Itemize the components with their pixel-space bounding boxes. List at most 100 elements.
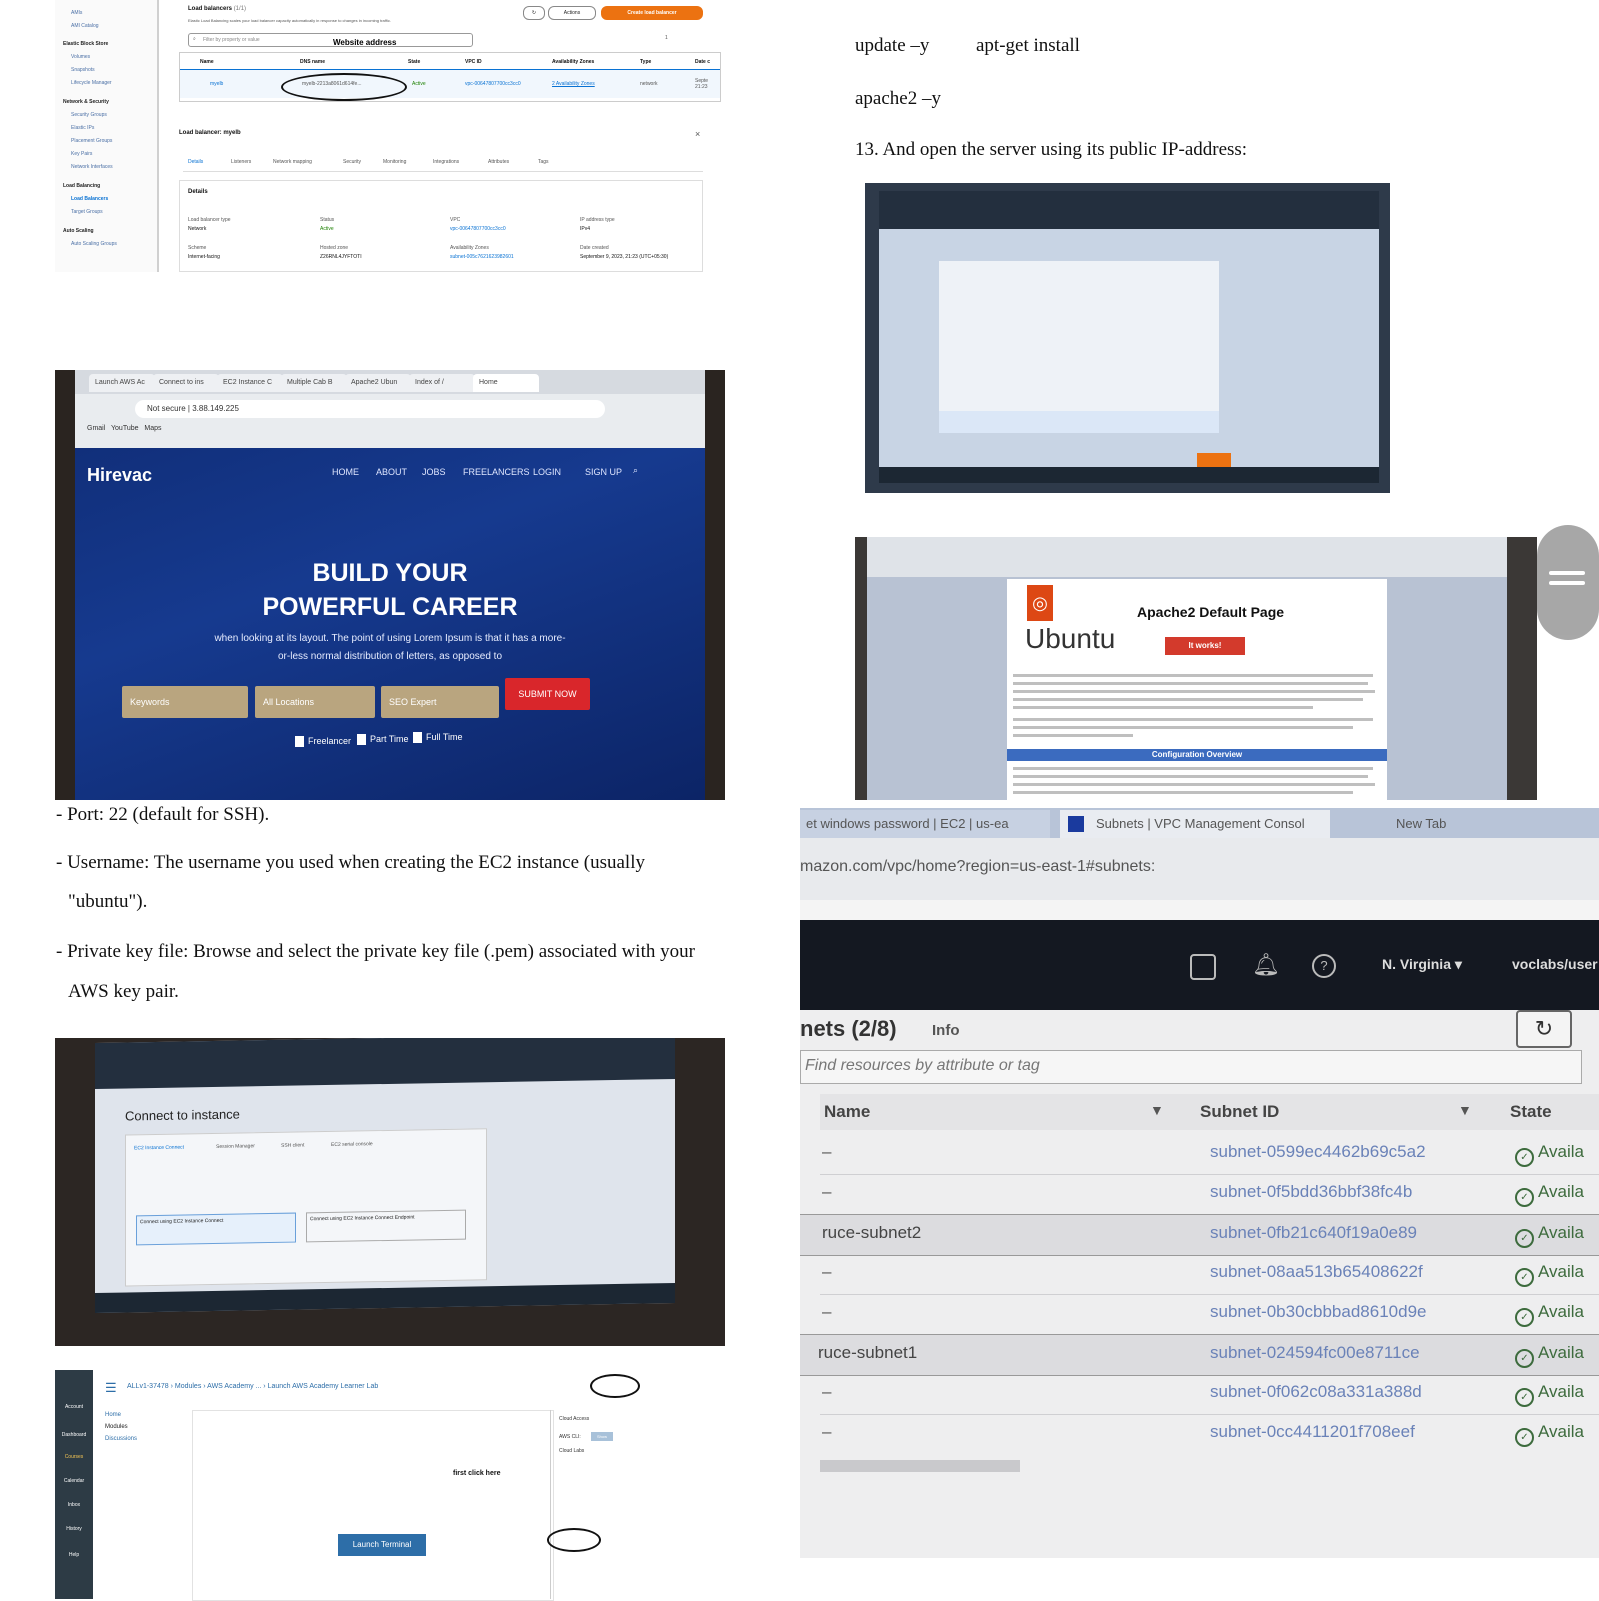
option-endpoint[interactable]: Connect using EC2 Instance Connect Endpo…	[306, 1209, 466, 1243]
nav-jobs[interactable]: JOBS	[422, 467, 446, 477]
address-bar[interactable]: Not secure | 3.88.149.225	[135, 400, 605, 418]
row-subnet-id[interactable]: subnet-08aa513b65408622f	[1210, 1262, 1423, 1282]
sort-down-icon[interactable]: ▼	[1150, 1102, 1164, 1118]
tab-attributes[interactable]: Attributes	[488, 159, 509, 165]
rail-courses[interactable]: Courses	[55, 1454, 93, 1460]
tab-network-mapping[interactable]: Network mapping	[273, 159, 312, 165]
col-state[interactable]: State	[408, 59, 420, 65]
checkbox-part-time[interactable]: Part Time	[357, 734, 409, 746]
table-row-selected[interactable]: ruce-subnet2 subnet-0fb21c640f19a0e89 ✓ A…	[800, 1214, 1599, 1256]
sidebar-item-snapshots[interactable]: Snapshots	[71, 67, 95, 73]
address-bar[interactable]: mazon.com/vpc/home?region=us-east-1#subn…	[800, 838, 1599, 900]
sidebar-item-load-balancers[interactable]: Load Balancers	[71, 196, 108, 202]
sidebar-section-ebs[interactable]: Elastic Block Store	[63, 41, 108, 47]
search-input[interactable]: Find resources by attribute or tag	[800, 1050, 1582, 1084]
browser-tab[interactable]: Multiple Cab B	[281, 374, 347, 392]
tab-listeners[interactable]: Listeners	[231, 159, 251, 165]
locations-select[interactable]: All Locations	[255, 686, 375, 718]
menu-modules[interactable]: Modules	[105, 1424, 128, 1430]
sidebar-item-amis[interactable]: AMIs	[71, 10, 82, 16]
bookmark-maps[interactable]: Maps	[144, 425, 161, 432]
nav-home[interactable]: HOME	[332, 467, 359, 477]
row-subnet-id[interactable]: subnet-0599ec4462b69c5a2	[1210, 1142, 1426, 1162]
sidebar-item-volumes[interactable]: Volumes	[71, 54, 90, 60]
submit-now-button[interactable]: SUBMIT NOW	[505, 678, 590, 710]
expert-select[interactable]: SEO Expert	[381, 686, 499, 718]
browser-tab[interactable]: Connect to ins	[153, 374, 219, 392]
sidebar-item-network-interfaces[interactable]: Network Interfaces	[71, 164, 113, 170]
close-icon[interactable]: ×	[695, 129, 700, 139]
menu-home[interactable]: Home	[105, 1412, 121, 1418]
sidebar-item-ami-catalog[interactable]: AMI Catalog	[71, 23, 99, 29]
sidebar-section-network[interactable]: Network & Security	[63, 99, 109, 105]
rail-calendar[interactable]: Calendar	[55, 1478, 93, 1484]
sidebar-item-target-groups[interactable]: Target Groups	[71, 209, 103, 215]
sidebar-item-lifecycle[interactable]: Lifecycle Manager	[71, 80, 112, 86]
col-zones[interactable]: Availability Zones	[552, 59, 594, 65]
rail-inbox[interactable]: Inbox	[55, 1502, 93, 1508]
browser-tab-active[interactable]: Home	[473, 374, 539, 392]
refresh-button[interactable]: ↻	[523, 6, 545, 20]
nav-about[interactable]: ABOUT	[376, 467, 407, 477]
browser-tab[interactable]: New Tab	[1360, 810, 1480, 838]
col-type[interactable]: Type	[640, 59, 651, 65]
search-icon[interactable]: ⌕	[633, 465, 638, 476]
bell-icon[interactable]: 🔔︎	[1252, 952, 1280, 978]
hirevac-logo[interactable]: Hirevac	[87, 465, 152, 486]
tab-serial-console[interactable]: EC2 serial console	[331, 1141, 373, 1148]
sidebar-item-placement[interactable]: Placement Groups	[71, 138, 112, 144]
tab-details[interactable]: Details	[188, 159, 203, 165]
region-selector[interactable]: N. Virginia ▾	[1382, 956, 1462, 973]
col-date[interactable]: Date c	[695, 59, 710, 65]
sort-down-icon[interactable]: ▼	[1458, 1102, 1472, 1118]
field-value[interactable]: subnet-005c7621623982601	[450, 254, 514, 260]
sidebar-item-elastic-ips[interactable]: Elastic IPs	[71, 125, 94, 131]
bookmark-youtube[interactable]: YouTube	[111, 425, 139, 432]
option-instance-connect[interactable]: Connect using EC2 Instance Connect	[136, 1212, 296, 1246]
sidebar-item-key-pairs[interactable]: Key Pairs	[71, 151, 92, 157]
col-subnet-id[interactable]: Subnet ID	[1200, 1102, 1279, 1122]
connect-button[interactable]	[1197, 453, 1231, 467]
table-row[interactable]: – subnet-0f5bdd36bbf38fc4b ✓ Availa	[800, 1174, 1599, 1214]
rail-dashboard[interactable]: Dashboard	[55, 1432, 93, 1438]
tab-tags[interactable]: Tags	[538, 159, 549, 165]
table-row[interactable]: – subnet-0cc4411201f708eef ✓ Availa	[800, 1414, 1599, 1454]
col-dns[interactable]: DNS name	[300, 59, 325, 65]
row-subnet-id[interactable]: subnet-024594fc00e8711ce	[1210, 1343, 1420, 1363]
browser-tab[interactable]: et windows password | EC2 | us-ea	[800, 810, 1050, 838]
bookmark-gmail[interactable]: Gmail	[87, 425, 105, 432]
checkbox-freelancer[interactable]: Freelancer	[295, 736, 351, 748]
col-name[interactable]: Name	[200, 59, 214, 65]
show-button[interactable]: Show	[591, 1432, 613, 1441]
table-row[interactable]: myelb myelb-2213a8061d614fe... Active vp…	[180, 69, 720, 98]
account-menu[interactable]: voclabs/user	[1512, 956, 1598, 972]
row-subnet-id[interactable]: subnet-0b30cbbbad8610d9e	[1210, 1302, 1426, 1322]
col-vpc[interactable]: VPC ID	[465, 59, 482, 65]
table-row[interactable]: – subnet-0599ec4462b69c5a2 ✓ Availa	[800, 1134, 1599, 1174]
row-name[interactable]: myelb	[210, 81, 223, 87]
nav-signup[interactable]: SIGN UP	[585, 467, 622, 477]
sidebar-section-load-balancing[interactable]: Load Balancing	[63, 183, 100, 189]
launch-terminal-button[interactable]: Launch Terminal	[338, 1534, 426, 1556]
tab-ssh-client[interactable]: SSH client	[281, 1142, 304, 1148]
table-row[interactable]: – subnet-0f062c08a331a388d ✓ Availa	[800, 1374, 1599, 1414]
hamburger-menu-icon[interactable]: ☰	[105, 1380, 117, 1396]
horizontal-scrollbar[interactable]	[820, 1460, 1020, 1472]
row-subnet-id[interactable]: subnet-0fb21c640f19a0e89	[1210, 1223, 1417, 1243]
tab-integrations[interactable]: Integrations	[433, 159, 459, 165]
tab-session-manager[interactable]: Session Manager	[216, 1143, 255, 1150]
cloudshell-icon[interactable]	[1190, 954, 1216, 980]
filter-input[interactable]: ⌕ Filter by property or value	[188, 33, 473, 47]
menu-discussions[interactable]: Discussions	[105, 1436, 137, 1442]
table-row[interactable]: – subnet-0b30cbbbad8610d9e ✓ Availa	[800, 1294, 1599, 1334]
browser-tab-active[interactable]: Subnets | VPC Management Consol	[1060, 810, 1330, 838]
browser-tab[interactable]: EC2 Instance C	[217, 374, 283, 392]
tab-ec2-instance-connect[interactable]: EC2 Instance Connect	[134, 1145, 184, 1152]
browser-tab[interactable]: Index of /	[409, 374, 475, 392]
sidebar-item-asg[interactable]: Auto Scaling Groups	[71, 241, 117, 247]
col-state[interactable]: State	[1510, 1102, 1552, 1122]
row-subnet-id[interactable]: subnet-0cc4411201f708eef	[1210, 1422, 1415, 1442]
rail-account[interactable]: Account	[55, 1404, 93, 1410]
row-subnet-id[interactable]: subnet-0f5bdd36bbf38fc4b	[1210, 1182, 1412, 1202]
refresh-button[interactable]: ↻	[1516, 1010, 1572, 1048]
